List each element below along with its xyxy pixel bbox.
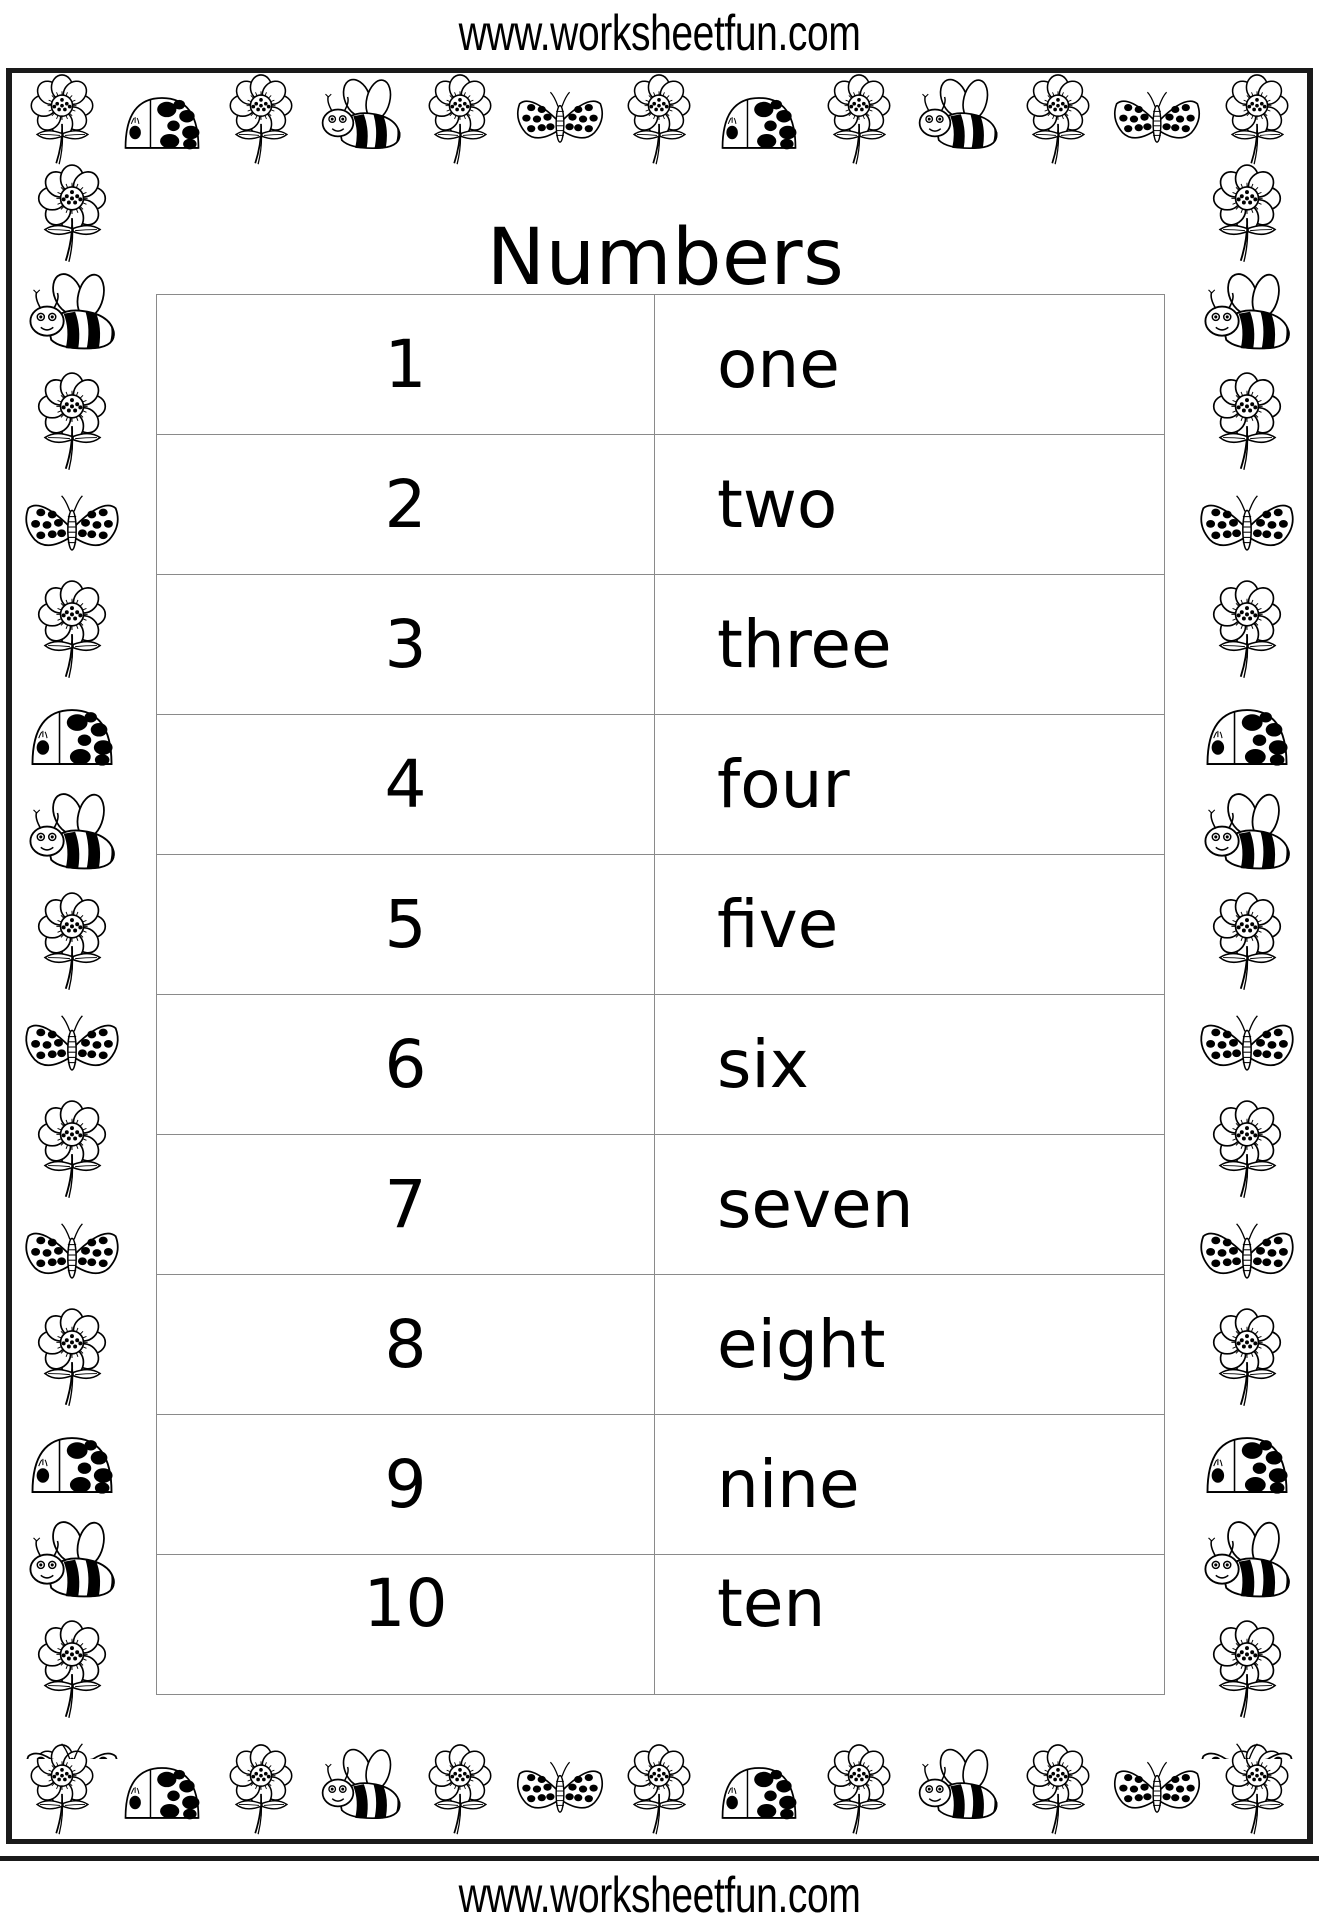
flower-icon — [20, 579, 124, 683]
bee-icon — [313, 73, 409, 169]
flower-icon — [412, 73, 508, 169]
number-digit-cell: 10 — [156, 1554, 655, 1695]
flower-icon — [811, 73, 907, 169]
flower-icon — [1195, 1307, 1299, 1411]
ladybug-icon — [114, 73, 210, 169]
number-word-cell: six — [654, 994, 1165, 1135]
number-word-cell: two — [654, 434, 1165, 575]
ladybug-icon — [711, 73, 807, 169]
ladybug-icon — [1195, 1411, 1299, 1515]
border-decorations-bottom — [12, 1743, 1307, 1839]
number-word-cell: seven — [654, 1134, 1165, 1275]
bee-icon — [1195, 787, 1299, 891]
flower-icon — [1195, 1619, 1299, 1723]
number-digit-cell: 5 — [156, 854, 655, 995]
number-digit-cell: 3 — [156, 574, 655, 715]
flower-icon — [1209, 73, 1305, 169]
butterfly-icon — [20, 475, 124, 579]
flower-icon — [1195, 579, 1299, 683]
butterfly-icon — [1195, 995, 1299, 1099]
number-word-cell: ten — [654, 1554, 1165, 1695]
number-word-cell: one — [654, 294, 1165, 435]
table-row: 4 four — [156, 714, 1165, 855]
butterfly-icon — [512, 73, 608, 169]
flower-icon — [1195, 371, 1299, 475]
bee-icon — [313, 1743, 409, 1839]
ladybug-icon — [1195, 683, 1299, 787]
flower-icon — [1010, 73, 1106, 169]
flower-icon — [14, 73, 110, 169]
flower-icon — [1195, 891, 1299, 995]
butterfly-icon — [1109, 73, 1205, 169]
number-word-cell: five — [654, 854, 1165, 995]
page-title: Numbers — [486, 213, 845, 303]
butterfly-icon — [20, 1723, 124, 1759]
flower-icon — [611, 73, 707, 169]
numbers-table: 1 one 2 two 3 three 4 four 5 five 6 six 7 seven 8 eight… — [156, 294, 1165, 1695]
watermark-top: www.worksheetfun.com — [458, 5, 861, 61]
flower-icon — [20, 371, 124, 475]
flower-icon — [20, 1619, 124, 1723]
bee-icon — [20, 787, 124, 891]
butterfly-icon — [20, 1203, 124, 1307]
flower-icon — [1195, 1099, 1299, 1203]
table-row: 1 one — [156, 294, 1165, 435]
butterfly-icon — [512, 1743, 608, 1839]
butterfly-icon — [20, 995, 124, 1099]
flower-icon — [20, 1099, 124, 1203]
numbers-table-body: 1 one 2 two 3 three 4 four 5 five 6 six 7 seven 8 eight… — [156, 294, 1165, 1695]
number-word-cell: three — [654, 574, 1165, 715]
decorative-frame: Numbers 1 one 2 two 3 three 4 four 5 five 6 six 7 sev… — [6, 68, 1313, 1844]
number-digit-cell: 7 — [156, 1134, 655, 1275]
bee-icon — [910, 1743, 1006, 1839]
number-digit-cell: 9 — [156, 1414, 655, 1555]
flower-icon — [412, 1743, 508, 1839]
number-word-cell: four — [654, 714, 1165, 855]
bee-icon — [910, 73, 1006, 169]
flower-icon — [213, 1743, 309, 1839]
number-digit-cell: 1 — [156, 294, 655, 435]
number-digit-cell: 4 — [156, 714, 655, 855]
table-row: 2 two — [156, 434, 1165, 575]
flower-icon — [811, 1743, 907, 1839]
bee-icon — [1195, 1515, 1299, 1619]
number-word-cell: eight — [654, 1274, 1165, 1415]
table-row: 9 nine — [156, 1414, 1165, 1555]
flower-icon — [20, 1307, 124, 1411]
border-decorations-left — [12, 159, 132, 1759]
flower-icon — [213, 73, 309, 169]
butterfly-icon — [1195, 1203, 1299, 1307]
flower-icon — [611, 1743, 707, 1839]
footer-rule — [0, 1856, 1319, 1861]
table-row: 8 eight — [156, 1274, 1165, 1415]
number-word-cell: nine — [654, 1414, 1165, 1555]
ladybug-icon — [20, 683, 124, 787]
butterfly-icon — [1195, 475, 1299, 579]
border-decorations-top — [12, 73, 1307, 169]
bee-icon — [20, 1515, 124, 1619]
number-digit-cell: 2 — [156, 434, 655, 575]
border-decorations-right — [1187, 159, 1307, 1759]
table-row: 5 five — [156, 854, 1165, 995]
table-row: 3 three — [156, 574, 1165, 715]
ladybug-icon — [20, 1411, 124, 1515]
butterfly-icon — [1195, 1723, 1299, 1759]
ladybug-icon — [711, 1743, 807, 1839]
worksheet-page: www.worksheetfun.com Numbers 1 one 2 two 3th… — [0, 0, 1319, 1932]
watermark-bottom: www.worksheetfun.com — [458, 1867, 861, 1923]
table-row: 7 seven — [156, 1134, 1165, 1275]
number-digit-cell: 6 — [156, 994, 655, 1135]
table-row: 6 six — [156, 994, 1165, 1135]
flower-icon — [20, 891, 124, 995]
flower-icon — [1010, 1743, 1106, 1839]
number-digit-cell: 8 — [156, 1274, 655, 1415]
table-row: 10 ten — [156, 1554, 1165, 1695]
